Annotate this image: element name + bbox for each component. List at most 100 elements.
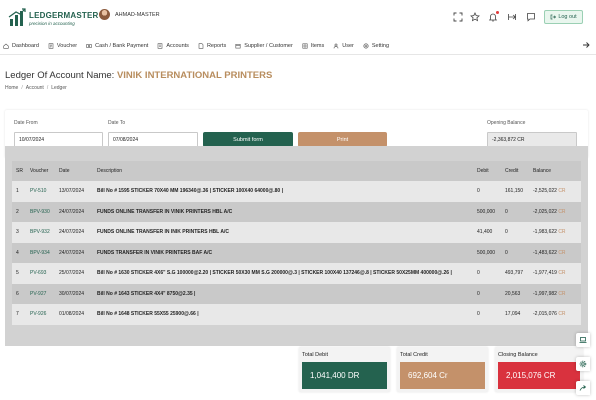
cell-description: FUNDS TRANSFER IN VINIK PRINTERS BAF A/C bbox=[93, 242, 473, 263]
column-header-balance: Balance bbox=[529, 161, 581, 181]
page-title-prefix: Ledger Of Account Name: bbox=[5, 70, 115, 81]
cell-debit: 500,000 bbox=[473, 242, 501, 263]
balance-suffix: CR bbox=[558, 249, 566, 256]
nav-label: Dashboard bbox=[12, 42, 39, 49]
opening-balance-field: -2,363,872 CR bbox=[487, 132, 577, 147]
table-row: 7 PV-926 01/08/2024 Bill No # 1648 STICK… bbox=[12, 304, 581, 325]
notification-bell-icon[interactable] bbox=[488, 11, 499, 22]
cell-credit: 161,150 bbox=[501, 181, 529, 202]
total-credit-label: Total Credit bbox=[400, 352, 428, 358]
cell-date: 24/07/2024 bbox=[55, 242, 93, 263]
breadcrumb-separator: / bbox=[46, 85, 49, 91]
top-bar: LEDGERMASTER precision in accounting AHM… bbox=[0, 0, 596, 37]
nav-label: Items bbox=[310, 42, 325, 49]
cell-debit: 0 bbox=[473, 181, 501, 202]
cell-voucher-link[interactable]: PV-926 bbox=[26, 304, 55, 325]
breadcrumb-ledger: Ledger bbox=[51, 85, 67, 91]
nav-item-supplier-customer[interactable]: Supplier / Customer bbox=[235, 43, 293, 49]
page-title: Ledger Of Account Name: VINIK INTERNATIO… bbox=[5, 70, 272, 81]
cell-voucher-link[interactable]: PV-510 bbox=[26, 181, 55, 202]
notification-dot bbox=[496, 11, 499, 14]
column-header-voucher: Voucher bbox=[26, 161, 55, 181]
logout-button[interactable]: Log out bbox=[544, 10, 583, 24]
settings-icon bbox=[363, 42, 369, 49]
balance-suffix: CR bbox=[558, 270, 566, 277]
balance-value: -1,977,419 bbox=[533, 270, 557, 277]
cell-sr: 2 bbox=[12, 201, 26, 222]
cell-voucher-link[interactable]: PV-693 bbox=[26, 263, 55, 284]
nav-item-accounts[interactable]: Accounts bbox=[157, 43, 189, 49]
date-to-input[interactable]: 07/08/2024 bbox=[108, 132, 198, 147]
cell-description: Bill No # 1595 STICKER 70X40 MM 196340@.… bbox=[93, 181, 473, 202]
total-debit-value: 1,041,400 DR bbox=[302, 362, 387, 389]
total-debit-label: Total Debit bbox=[302, 352, 328, 358]
date-from-input[interactable]: 10/07/2024 bbox=[14, 132, 103, 147]
ledger-table: SR Voucher Date Description Debit Credit… bbox=[12, 161, 581, 325]
nav-item-dashboard[interactable]: Dashboard bbox=[3, 43, 39, 49]
chat-icon[interactable] bbox=[526, 12, 536, 22]
arrow-right-icon[interactable] bbox=[582, 41, 590, 49]
cell-balance: -1,983,622 CR bbox=[529, 222, 581, 243]
balance-suffix: CR bbox=[558, 229, 566, 236]
column-header-debit: Debit bbox=[473, 161, 501, 181]
cell-balance: -1,483,622 CR bbox=[529, 242, 581, 263]
side-share-tab[interactable] bbox=[576, 381, 590, 395]
nav-label: Cash / Bank Payment bbox=[95, 42, 149, 49]
nav-label: Supplier / Customer bbox=[244, 42, 293, 49]
cell-description: Bill No # 1630 STICKER 4X6" S.G 100000@2… bbox=[93, 263, 473, 284]
cell-voucher-link[interactable]: BPV-930 bbox=[26, 201, 55, 222]
cell-debit: 0 bbox=[473, 263, 501, 284]
submit-form-button[interactable]: Submit form bbox=[203, 132, 293, 147]
cell-voucher-link[interactable]: PV-927 bbox=[26, 283, 55, 304]
cell-voucher-link[interactable]: BPV-934 bbox=[26, 242, 55, 263]
cell-debit: 41,400 bbox=[473, 222, 501, 243]
nav-label: User bbox=[342, 42, 354, 49]
cell-sr: 1 bbox=[12, 181, 26, 202]
accounts-icon bbox=[157, 42, 163, 49]
nav-item-items[interactable]: Items bbox=[302, 43, 324, 49]
breadcrumb-account[interactable]: Account bbox=[26, 85, 44, 91]
cell-sr: 5 bbox=[12, 263, 26, 284]
cell-voucher-link[interactable]: BPV-932 bbox=[26, 222, 55, 243]
side-laptop-tab[interactable] bbox=[576, 333, 590, 347]
nav-item-user[interactable]: User bbox=[333, 43, 354, 49]
column-header-sr: SR bbox=[12, 161, 26, 181]
total-credit-value: 692,604 Cr bbox=[400, 362, 485, 389]
cell-date: 01/08/2024 bbox=[55, 304, 93, 325]
nav-item-setting[interactable]: Setting bbox=[363, 43, 389, 49]
cell-balance: -2,015,076 CR bbox=[529, 304, 581, 325]
home-icon bbox=[3, 43, 9, 49]
cell-debit: 500,000 bbox=[473, 201, 501, 222]
balance-value: -1,983,622 bbox=[533, 229, 557, 236]
cell-sr: 4 bbox=[12, 242, 26, 263]
side-settings-tab[interactable] bbox=[576, 357, 590, 371]
star-icon[interactable] bbox=[470, 12, 480, 22]
nav-item-voucher[interactable]: Voucher bbox=[48, 43, 77, 49]
cell-description: Bill No # 1648 STICKER 55X55 25900@.66 | bbox=[93, 304, 473, 325]
balance-suffix: CR bbox=[558, 188, 566, 195]
table-row: 5 PV-693 25/07/2024 Bill No # 1630 STICK… bbox=[12, 263, 581, 284]
table-row: 1 PV-510 13/07/2024 Bill No # 1595 STICK… bbox=[12, 181, 581, 202]
column-header-credit: Credit bbox=[501, 161, 529, 181]
user-icon bbox=[333, 43, 339, 49]
balance-value: -1,483,622 bbox=[533, 249, 557, 256]
switch-branch-icon[interactable] bbox=[507, 12, 517, 22]
nav-item-reports[interactable]: Reports bbox=[198, 43, 226, 49]
cell-date: 25/07/2024 bbox=[55, 263, 93, 284]
cell-debit: 0 bbox=[473, 283, 501, 304]
cell-date: 30/07/2024 bbox=[55, 283, 93, 304]
table-row: 6 PV-927 30/07/2024 Bill No # 1643 STICK… bbox=[12, 283, 581, 304]
gear-icon bbox=[579, 360, 587, 368]
ledger-table-card: SR Voucher Date Description Debit Credit… bbox=[5, 146, 588, 346]
nav-item-cash-bank-payment[interactable]: Cash / Bank Payment bbox=[86, 43, 148, 49]
supplier-icon bbox=[235, 43, 241, 49]
breadcrumb-home[interactable]: Home bbox=[5, 85, 18, 91]
cell-description: Bill No # 1643 STICKER 4X4" 8750@2.35 | bbox=[93, 283, 473, 304]
fullscreen-icon[interactable] bbox=[453, 12, 463, 22]
cell-credit: 0 bbox=[501, 222, 529, 243]
cell-credit: 493,797 bbox=[501, 263, 529, 284]
print-button[interactable]: Print bbox=[298, 132, 387, 147]
cell-date: 13/07/2024 bbox=[55, 181, 93, 202]
column-header-description: Description bbox=[93, 161, 473, 181]
balance-suffix: CR bbox=[558, 311, 566, 318]
